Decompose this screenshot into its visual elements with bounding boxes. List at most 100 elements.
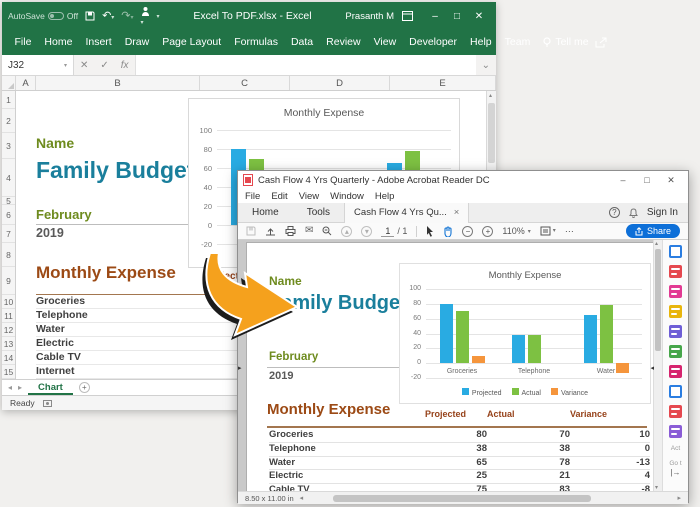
right-pane-collapse-icon[interactable]: ◂ [650,364,654,372]
goto-stub[interactable]: Go t |→ [669,460,681,477]
ribbon-tab-formulas[interactable]: Formulas [228,30,285,55]
scroll-left-icon[interactable]: ◂ [300,494,304,502]
excel-user-name[interactable]: Prasanth M [345,11,394,22]
ribbon-tab-file[interactable]: File [8,30,38,55]
ribbon-tab-help[interactable]: Help [464,30,499,55]
share-button[interactable]: Share [626,224,680,238]
next-page-icon[interactable]: ▾ [361,226,372,237]
add-sheet-button[interactable]: + [79,382,90,393]
cell-budget-title[interactable]: Family Budget [36,157,194,184]
menu-window[interactable]: Window [330,191,364,202]
zoom-level-select[interactable]: 110% ▾ [502,226,530,236]
protect-tool-icon[interactable] [669,385,682,398]
zoom-out-icon[interactable]: − [462,226,473,237]
acrobat-close-button[interactable]: ✕ [659,175,683,186]
name-box[interactable]: J32 ▾ [2,55,74,75]
organize-pages-tool-icon[interactable] [669,345,682,358]
row-header-11[interactable]: 11 [2,309,15,323]
menu-file[interactable]: File [245,191,260,202]
share-pane-icon[interactable] [595,37,607,48]
left-pane-expand-icon[interactable]: ▸ [238,364,242,372]
row-header-10[interactable]: 10 [2,295,15,309]
compress-pdf-tool-icon[interactable] [669,405,682,418]
ribbon-tab-developer[interactable]: Developer [403,30,464,55]
excel-maximize-button[interactable]: □ [446,11,468,22]
cell-expense-title[interactable]: Monthly Expense [36,263,176,283]
row-header-9[interactable]: 9 [2,267,15,295]
measure-tool-icon[interactable] [669,425,682,438]
page-number-input[interactable]: 1 [381,226,394,237]
formula-input[interactable] [135,55,476,75]
help-icon[interactable]: ? [609,207,620,218]
row-header-8[interactable]: 8 [2,243,15,267]
row-header-12[interactable]: 12 [2,323,15,337]
cell-year[interactable]: 2019 [36,226,64,240]
sheet-prev-icon[interactable]: ◂ [8,383,12,392]
sheet-tab-chart[interactable]: Chart [28,380,73,395]
horizontal-scrollbar[interactable] [333,495,591,502]
column-header-C[interactable]: C [200,76,290,90]
macro-record-icon[interactable] [43,399,52,407]
select-all-corner[interactable] [2,76,16,90]
row-header-2[interactable]: 2 [2,109,15,133]
hand-tool-icon[interactable] [443,226,453,237]
zoom-in-icon[interactable]: + [482,226,493,237]
column-header-E[interactable]: E [390,76,496,90]
save-icon[interactable] [85,11,95,21]
enter-entry-icon[interactable]: ✓ [100,60,108,71]
cell-name-label[interactable]: Name [36,135,74,151]
autosave-toggle[interactable]: AutoSave Off [8,11,78,21]
cancel-entry-icon[interactable]: ✕ [80,60,88,71]
row-header-13[interactable]: 13 [2,337,15,351]
undo-button[interactable]: ↶▾ [102,11,114,22]
previous-page-icon[interactable]: ▴ [341,226,352,237]
more-tools-stub[interactable]: Act [671,445,680,453]
row-header-14[interactable]: 14 [2,351,15,365]
comment-tool-icon[interactable] [669,305,682,318]
formula-bar-expand-icon[interactable]: ⌄ [482,60,490,71]
tab-home[interactable]: Home [238,203,293,223]
column-header-A[interactable]: A [16,76,36,90]
fill-sign-tool-icon[interactable] [669,365,682,378]
edit-pdf-tool-icon[interactable] [669,285,682,298]
acrobat-vertical-scrollbar[interactable]: ▴ ▾ [653,240,662,491]
excel-close-button[interactable]: ✕ [468,11,490,22]
touch-mode-button[interactable]: ▾ [141,6,150,27]
ribbon-display-options-button[interactable] [402,11,424,21]
select-tool-icon[interactable] [426,226,434,237]
row-header-15[interactable]: 15 [2,365,15,379]
row-header-6[interactable]: 6 [2,205,15,225]
ribbon-tab-home[interactable]: Home [38,30,79,55]
row-header-5[interactable]: 5 [2,197,15,205]
insert-function-icon[interactable]: fx [121,60,129,71]
menu-view[interactable]: View [299,191,319,202]
sheet-next-icon[interactable]: ▸ [18,383,22,392]
ribbon-tab-view[interactable]: View [367,30,403,55]
row-header-1[interactable]: 1 [2,91,15,109]
sign-in-button[interactable]: Sign In [647,207,678,218]
excel-minimize-button[interactable]: – [424,11,446,22]
tab-close-icon[interactable]: × [454,203,460,223]
create-pdf-tool-icon[interactable] [669,265,682,278]
ribbon-tab-page-layout[interactable]: Page Layout [156,30,228,55]
ribbon-tab-draw[interactable]: Draw [118,30,156,55]
row-header-3[interactable]: 3 [2,133,15,159]
ribbon-tab-review[interactable]: Review [320,30,367,55]
row-header-4[interactable]: 4 [2,159,15,197]
scroll-right-icon[interactable]: ▸ [677,494,681,502]
acrobat-minimize-button[interactable]: – [611,175,635,185]
ribbon-tab-data[interactable]: Data [284,30,319,55]
export-pdf-tool-icon[interactable] [669,245,682,258]
more-tools-icon[interactable]: ⋯ [565,226,574,237]
cell-month[interactable]: February [36,207,92,222]
notifications-bell-icon[interactable] [629,208,638,218]
page-fit-icon[interactable]: ▾ [540,226,556,236]
redo-button[interactable]: ↷▾ [121,11,133,22]
column-header-B[interactable]: B [36,76,200,90]
tell-me-tab[interactable]: Tell me [537,30,595,55]
ribbon-tab-insert[interactable]: Insert [79,30,118,55]
acrobat-maximize-button[interactable]: □ [635,175,659,185]
tab-document[interactable]: Cash Flow 4 Yrs Qu... × [344,203,469,223]
tab-tools[interactable]: Tools [293,203,344,223]
column-header-D[interactable]: D [290,76,390,90]
